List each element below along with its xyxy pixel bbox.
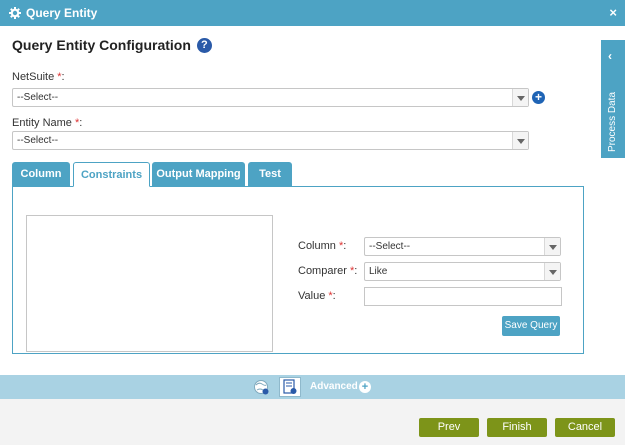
constraints-panel: Column *: --Select-- Comparer *: Like Va… [12,186,584,354]
label-colon: : [354,265,358,277]
advanced-label[interactable]: Advanced [310,381,358,392]
column-select-value: --Select-- [369,241,411,252]
tab-output-mapping[interactable]: Output Mapping [152,162,245,186]
prev-button[interactable]: Prev [419,418,479,437]
column-label-text: Column [298,240,336,252]
tab-constraints[interactable]: Constraints [73,162,150,187]
window-title: Query Entity [26,6,98,20]
entity-name-select-value: --Select-- [17,135,59,146]
value-label-text: Value [298,290,326,302]
value-input[interactable] [364,287,562,306]
help-icon[interactable]: ? [196,37,212,53]
netsuite-select-value: --Select-- [17,92,59,103]
plus-icon[interactable]: + [359,381,371,393]
dropdown-arrow-icon[interactable] [512,132,528,149]
column-select[interactable]: --Select-- [364,237,561,256]
comparer-label-text: Comparer [298,265,347,277]
label-colon: : [79,117,83,129]
gear-icon [9,7,21,19]
dropdown-arrow-icon[interactable] [512,89,528,106]
page-title: Query Entity Configuration ? [12,37,212,53]
netsuite-select[interactable]: --Select-- [12,88,529,107]
close-icon[interactable]: × [609,5,617,20]
value-label: Value *: [298,290,336,302]
entity-name-label: Entity Name *: [12,117,82,129]
cancel-button[interactable]: Cancel [555,418,615,437]
add-icon[interactable]: + [532,91,545,104]
tab-column[interactable]: Column [12,162,70,186]
comparer-select-value: Like [369,266,388,277]
entity-name-label-text: Entity Name [12,117,72,129]
label-colon: : [343,240,347,252]
document-icon [283,379,297,394]
tab-test[interactable]: Test [248,162,292,186]
entity-name-select[interactable]: --Select-- [12,131,529,150]
advanced-bar: Advanced + [0,375,625,399]
dropdown-arrow-icon[interactable] [544,238,560,255]
dropdown-arrow-icon[interactable] [544,263,560,280]
label-colon: : [61,71,65,83]
chevron-left-icon[interactable]: ‹ [608,49,612,63]
document-icon-box[interactable] [279,377,301,397]
netsuite-label-text: NetSuite [12,71,55,83]
netsuite-label: NetSuite *: [12,71,65,83]
column-label: Column *: [298,240,346,252]
finish-button[interactable]: Finish [487,418,547,437]
comparer-select[interactable]: Like [364,262,561,281]
save-query-button[interactable]: Save Query [502,316,560,336]
label-colon: : [332,290,336,302]
process-data-label: Process Data [607,91,618,152]
page-title-text: Query Entity Configuration [12,37,191,53]
window-titlebar: Query Entity × [0,0,625,26]
constraints-list[interactable] [26,215,273,352]
globe-gear-icon[interactable] [253,379,270,396]
comparer-label: Comparer *: [298,265,357,277]
process-data-panel[interactable]: ‹ Process Data [601,40,625,158]
